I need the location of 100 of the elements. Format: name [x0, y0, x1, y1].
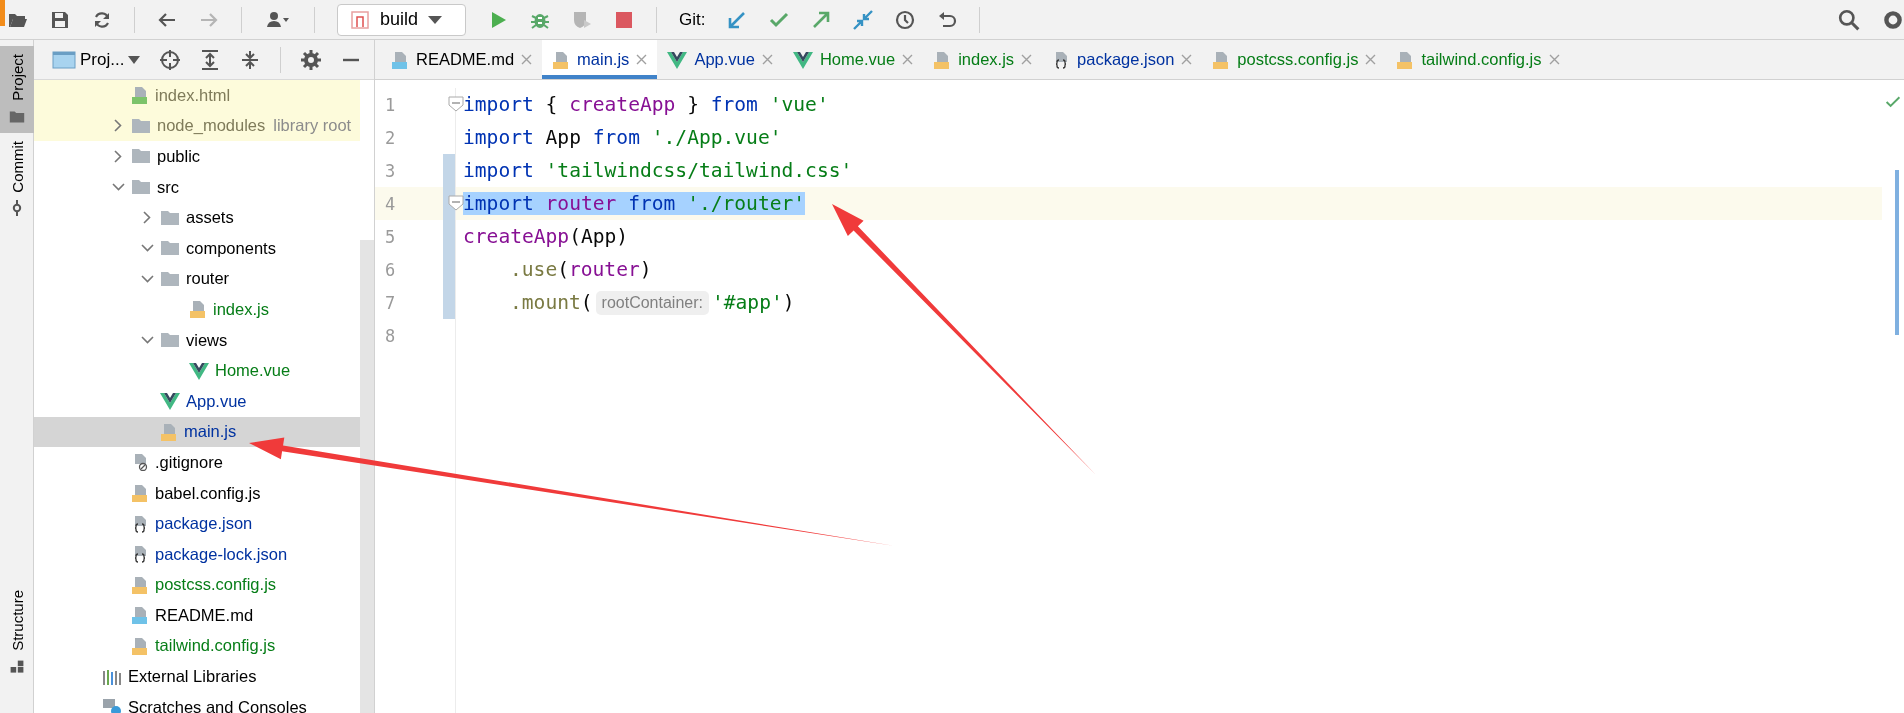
- editor-tab[interactable]: tailwind.config.js: [1386, 40, 1570, 79]
- chevron-down-icon[interactable]: [140, 336, 154, 345]
- tab-label: Home.vue: [819, 50, 896, 69]
- file-name: views: [186, 330, 228, 350]
- file-name: node_modules: [157, 116, 266, 136]
- tree-row[interactable]: assets: [34, 202, 360, 233]
- search-icon[interactable]: [1838, 8, 1860, 31]
- editor-tab[interactable]: README.md: [381, 40, 543, 79]
- js-file-icon: [160, 422, 178, 441]
- file-name: README.md: [155, 605, 254, 625]
- merge-arrows-icon[interactable]: [853, 9, 874, 30]
- close-icon[interactable]: [902, 54, 914, 65]
- chevron-down-icon[interactable]: [140, 274, 154, 283]
- tool-window-tab[interactable]: Commit: [0, 132, 34, 225]
- scratches-icon: [102, 698, 122, 713]
- tree-row[interactable]: index.js: [34, 294, 360, 325]
- editor-tab[interactable]: postcss.config.js: [1202, 40, 1387, 79]
- config-icon: [350, 9, 370, 30]
- folder-icon: [160, 208, 180, 227]
- tree-row[interactable]: src: [34, 171, 360, 203]
- tree-row[interactable]: index.html: [34, 80, 360, 111]
- scrollbar-thumb[interactable]: [360, 240, 374, 713]
- editor-tab[interactable]: main.js: [542, 40, 658, 79]
- vue-file-icon: [189, 361, 209, 380]
- js-file-icon: [933, 50, 952, 69]
- tree-row[interactable]: App.vue: [34, 385, 360, 417]
- folder-icon[interactable]: [9, 108, 25, 125]
- js-file-icon: [131, 575, 149, 594]
- tree-row[interactable]: views: [34, 324, 360, 356]
- close-icon[interactable]: [761, 54, 773, 65]
- close-icon[interactable]: [1181, 54, 1193, 65]
- close-icon[interactable]: [1021, 54, 1033, 65]
- locate-icon[interactable]: [160, 49, 181, 70]
- push-arrow-icon[interactable]: [811, 9, 832, 30]
- tree-row[interactable]: Scratches and Consoles: [34, 691, 360, 713]
- update-arrow-icon[interactable]: [727, 9, 748, 30]
- tree-row[interactable]: Home.vue: [34, 355, 360, 386]
- user-dropdown-icon[interactable]: [264, 9, 292, 30]
- file-name: package.json: [155, 514, 253, 534]
- tree-row[interactable]: postcss.config.js: [34, 569, 360, 601]
- file-name: package-lock.json: [155, 544, 288, 564]
- stop-icon[interactable]: [614, 9, 634, 30]
- chevron-down-icon[interactable]: [111, 183, 125, 192]
- tree-row[interactable]: tailwind.config.js: [34, 630, 360, 662]
- tree-row[interactable]: .gitignore: [34, 447, 360, 478]
- tree-row[interactable]: router: [34, 263, 360, 295]
- save-icon[interactable]: [50, 9, 70, 30]
- run-configuration-dropdown[interactable]: build: [337, 3, 466, 36]
- tree-row[interactable]: External Libraries: [34, 661, 360, 692]
- file-name: postcss.config.js: [155, 575, 277, 595]
- editor-tab[interactable]: App.vue: [657, 40, 783, 79]
- chevron-down-icon[interactable]: [140, 244, 154, 253]
- tab-label: tailwind.config.js: [1421, 50, 1542, 69]
- collapse-all-icon[interactable]: [240, 49, 261, 70]
- window-icon: [52, 49, 76, 70]
- tool-window-tab[interactable]: Project: [0, 46, 34, 133]
- tree-row[interactable]: package-lock.json: [34, 538, 360, 570]
- file-name: tailwind.config.js: [155, 636, 276, 656]
- line-number: 1: [383, 94, 397, 115]
- file-name: Home.vue: [215, 361, 291, 381]
- chevron-right-icon[interactable]: [114, 150, 122, 163]
- clock-icon[interactable]: [895, 9, 916, 30]
- tree-row[interactable]: main.js: [34, 416, 360, 448]
- sync-icon[interactable]: [92, 9, 112, 30]
- editor-tab[interactable]: Home.vue: [782, 40, 924, 79]
- js-file-icon: [1212, 50, 1231, 69]
- vue-file-icon: [667, 50, 688, 69]
- project-view-dropdown[interactable]: Proj...: [52, 49, 141, 70]
- close-icon[interactable]: [521, 54, 533, 65]
- chevron-right-icon[interactable]: [143, 211, 151, 225]
- tree-row[interactable]: public: [34, 141, 360, 172]
- line-number: 5: [383, 226, 397, 247]
- tree-row[interactable]: components: [34, 232, 360, 264]
- tab-label: App.vue: [694, 50, 755, 69]
- line-number: 7: [383, 292, 397, 313]
- folder-icon: [160, 331, 180, 350]
- close-icon[interactable]: [636, 54, 648, 65]
- close-icon[interactable]: [1548, 54, 1560, 65]
- code-text: import 'tailwindcss/tailwind.css': [463, 159, 853, 182]
- tree-row[interactable]: README.md: [34, 600, 360, 631]
- folder-icon: [160, 239, 180, 258]
- folder-icon: [131, 178, 151, 197]
- undo-icon[interactable]: [937, 9, 958, 30]
- code-text: .use(router): [510, 258, 652, 281]
- line-number: 6: [383, 259, 397, 280]
- tree-row[interactable]: babel.config.js: [34, 477, 360, 509]
- close-icon[interactable]: [1365, 54, 1377, 65]
- tree-row[interactable]: node_modules library root: [34, 110, 360, 142]
- editor-tab[interactable]: index.js: [923, 40, 1043, 79]
- structure-icon[interactable]: [9, 659, 25, 675]
- tree-row[interactable]: package.json: [34, 508, 360, 539]
- chevron-right-icon[interactable]: [114, 119, 122, 133]
- editor-tab[interactable]: package.json: [1042, 40, 1203, 79]
- expand-all-icon[interactable]: [200, 49, 221, 70]
- code-text: import router from './router': [463, 192, 806, 215]
- line-number: 8: [383, 325, 397, 346]
- tool-window-tab[interactable]: Structure: [0, 582, 34, 683]
- code-text: .mount(: [510, 291, 593, 314]
- folder-icon: [131, 147, 151, 166]
- file-name: App.vue: [186, 391, 247, 411]
